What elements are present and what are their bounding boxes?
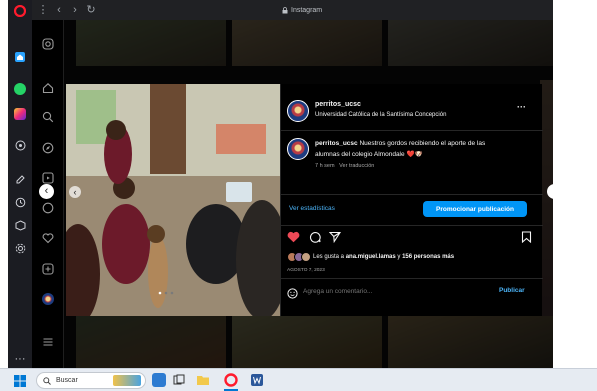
file-explorer-icon[interactable] (196, 373, 210, 387)
opera-logo-icon[interactable] (11, 2, 29, 20)
divider (281, 130, 543, 131)
likes-summary: Les gusta a ana.miguel.lamas y 156 perso… (313, 254, 454, 260)
lock-icon (282, 6, 288, 13)
divider (281, 194, 543, 195)
more-options-icon[interactable]: ··· (517, 102, 526, 112)
edit-icon[interactable] (11, 170, 29, 188)
forward-icon[interactable]: › (68, 3, 82, 17)
address-text: Instagram (291, 6, 323, 14)
history-icon[interactable] (11, 193, 29, 211)
opera-sidebar: ··· (8, 0, 32, 368)
comment-icon[interactable] (309, 230, 321, 248)
divider (281, 278, 543, 279)
create-icon[interactable] (40, 261, 56, 277)
likes-user-link[interactable]: ana.miguel.lamas (346, 254, 396, 260)
task-view-icon[interactable] (172, 373, 186, 387)
promote-post-button[interactable]: Promocionar publicación (423, 201, 527, 217)
menu-icon[interactable] (40, 334, 56, 350)
caption-username[interactable]: perritos_ucsc (315, 140, 358, 147)
more-icon[interactable]: ··· (11, 350, 29, 368)
comment-input[interactable] (303, 285, 493, 298)
likers-avatars[interactable] (287, 252, 313, 262)
box-icon[interactable] (11, 216, 29, 234)
caption-meta: 7 h sem Ver traducción (315, 163, 374, 169)
messages-icon[interactable] (40, 200, 56, 216)
time-ago: 7 h sem (315, 163, 335, 169)
likes-prefix: Les gusta a (313, 254, 345, 260)
windows-start-icon[interactable] (14, 374, 26, 387)
instagram-page: perritos_ucsc Universidad Católica de la… (32, 20, 553, 368)
post-location[interactable]: Universidad Católica de la Santísima Con… (315, 112, 446, 118)
caption-emoji: ❤️🐶 (406, 151, 423, 158)
profile-icon[interactable] (40, 291, 56, 307)
instagram-icon[interactable] (11, 105, 29, 123)
back-icon[interactable]: ‹ (52, 3, 66, 17)
likes-mid: y (397, 254, 401, 260)
instagram-logo-icon[interactable] (40, 36, 56, 52)
photo-content (66, 84, 280, 316)
see-translation-link[interactable]: Ver traducción (339, 163, 374, 169)
search-highlight-image (113, 375, 141, 386)
notifications-icon[interactable] (40, 230, 56, 246)
likes-count-link[interactable]: 156 personas más (402, 254, 454, 260)
reload-icon[interactable]: ↻ (84, 3, 98, 17)
save-icon[interactable] (521, 230, 532, 248)
caption-text-2: alumnas del colegio Almondale (315, 151, 405, 158)
post-username[interactable]: perritos_ucsc (315, 101, 361, 108)
home-icon[interactable] (40, 80, 56, 96)
home-icon[interactable] (11, 48, 29, 66)
explore-icon[interactable] (40, 140, 56, 156)
settings-icon[interactable] (11, 239, 29, 257)
whatsapp-icon[interactable] (11, 80, 29, 98)
caption-line-1: perritos_ucsc Nuestros gordos recibiendo… (315, 140, 485, 147)
share-icon[interactable] (328, 230, 342, 248)
taskbar: Buscar (0, 368, 597, 391)
emoji-icon[interactable] (287, 286, 298, 304)
widgets-icon[interactable] (152, 373, 166, 387)
like-icon[interactable] (287, 230, 300, 248)
menu-icon[interactable]: ⋮ (36, 3, 50, 17)
word-icon[interactable] (250, 373, 264, 387)
title-bar: ⋮ ‹ › ↻ Instagram (32, 0, 553, 20)
divider (281, 225, 543, 226)
browser-window: ⋮ ‹ › ↻ Instagram perritos_ucsc Universi… (32, 0, 553, 368)
player-icon[interactable] (11, 136, 29, 154)
publish-comment-button[interactable]: Publicar (499, 287, 525, 294)
caption-avatar[interactable] (287, 138, 309, 160)
post-modal: perritos_ucsc Universidad Católica de la… (66, 84, 543, 316)
search-icon (43, 376, 51, 385)
address-bar[interactable]: Instagram (282, 4, 322, 16)
taskbar-search-label: Buscar (56, 377, 78, 384)
view-insights-link[interactable]: Ver estadísticas (289, 205, 335, 212)
avatar[interactable] (287, 100, 309, 122)
photo-prev-button[interactable]: ‹ (69, 186, 81, 198)
caption-line-2: alumnas del colegio Almondale ❤️🐶 (315, 150, 423, 158)
screen: ··· ⋮ ‹ › ↻ Instagram perritos_ucsc Univ… (0, 0, 597, 391)
opera-icon[interactable] (224, 373, 238, 387)
taskbar-search[interactable]: Buscar (36, 372, 146, 389)
post-photo[interactable] (66, 84, 280, 316)
previous-post-button[interactable]: ‹ (39, 184, 54, 199)
post-details-panel: perritos_ucsc Universidad Católica de la… (280, 84, 543, 316)
post-date: AGOSTO 7, 2023 (287, 268, 325, 273)
search-icon[interactable] (40, 109, 56, 125)
caption-text-1: Nuestros gordos recibiendo el aporte de … (359, 140, 486, 147)
